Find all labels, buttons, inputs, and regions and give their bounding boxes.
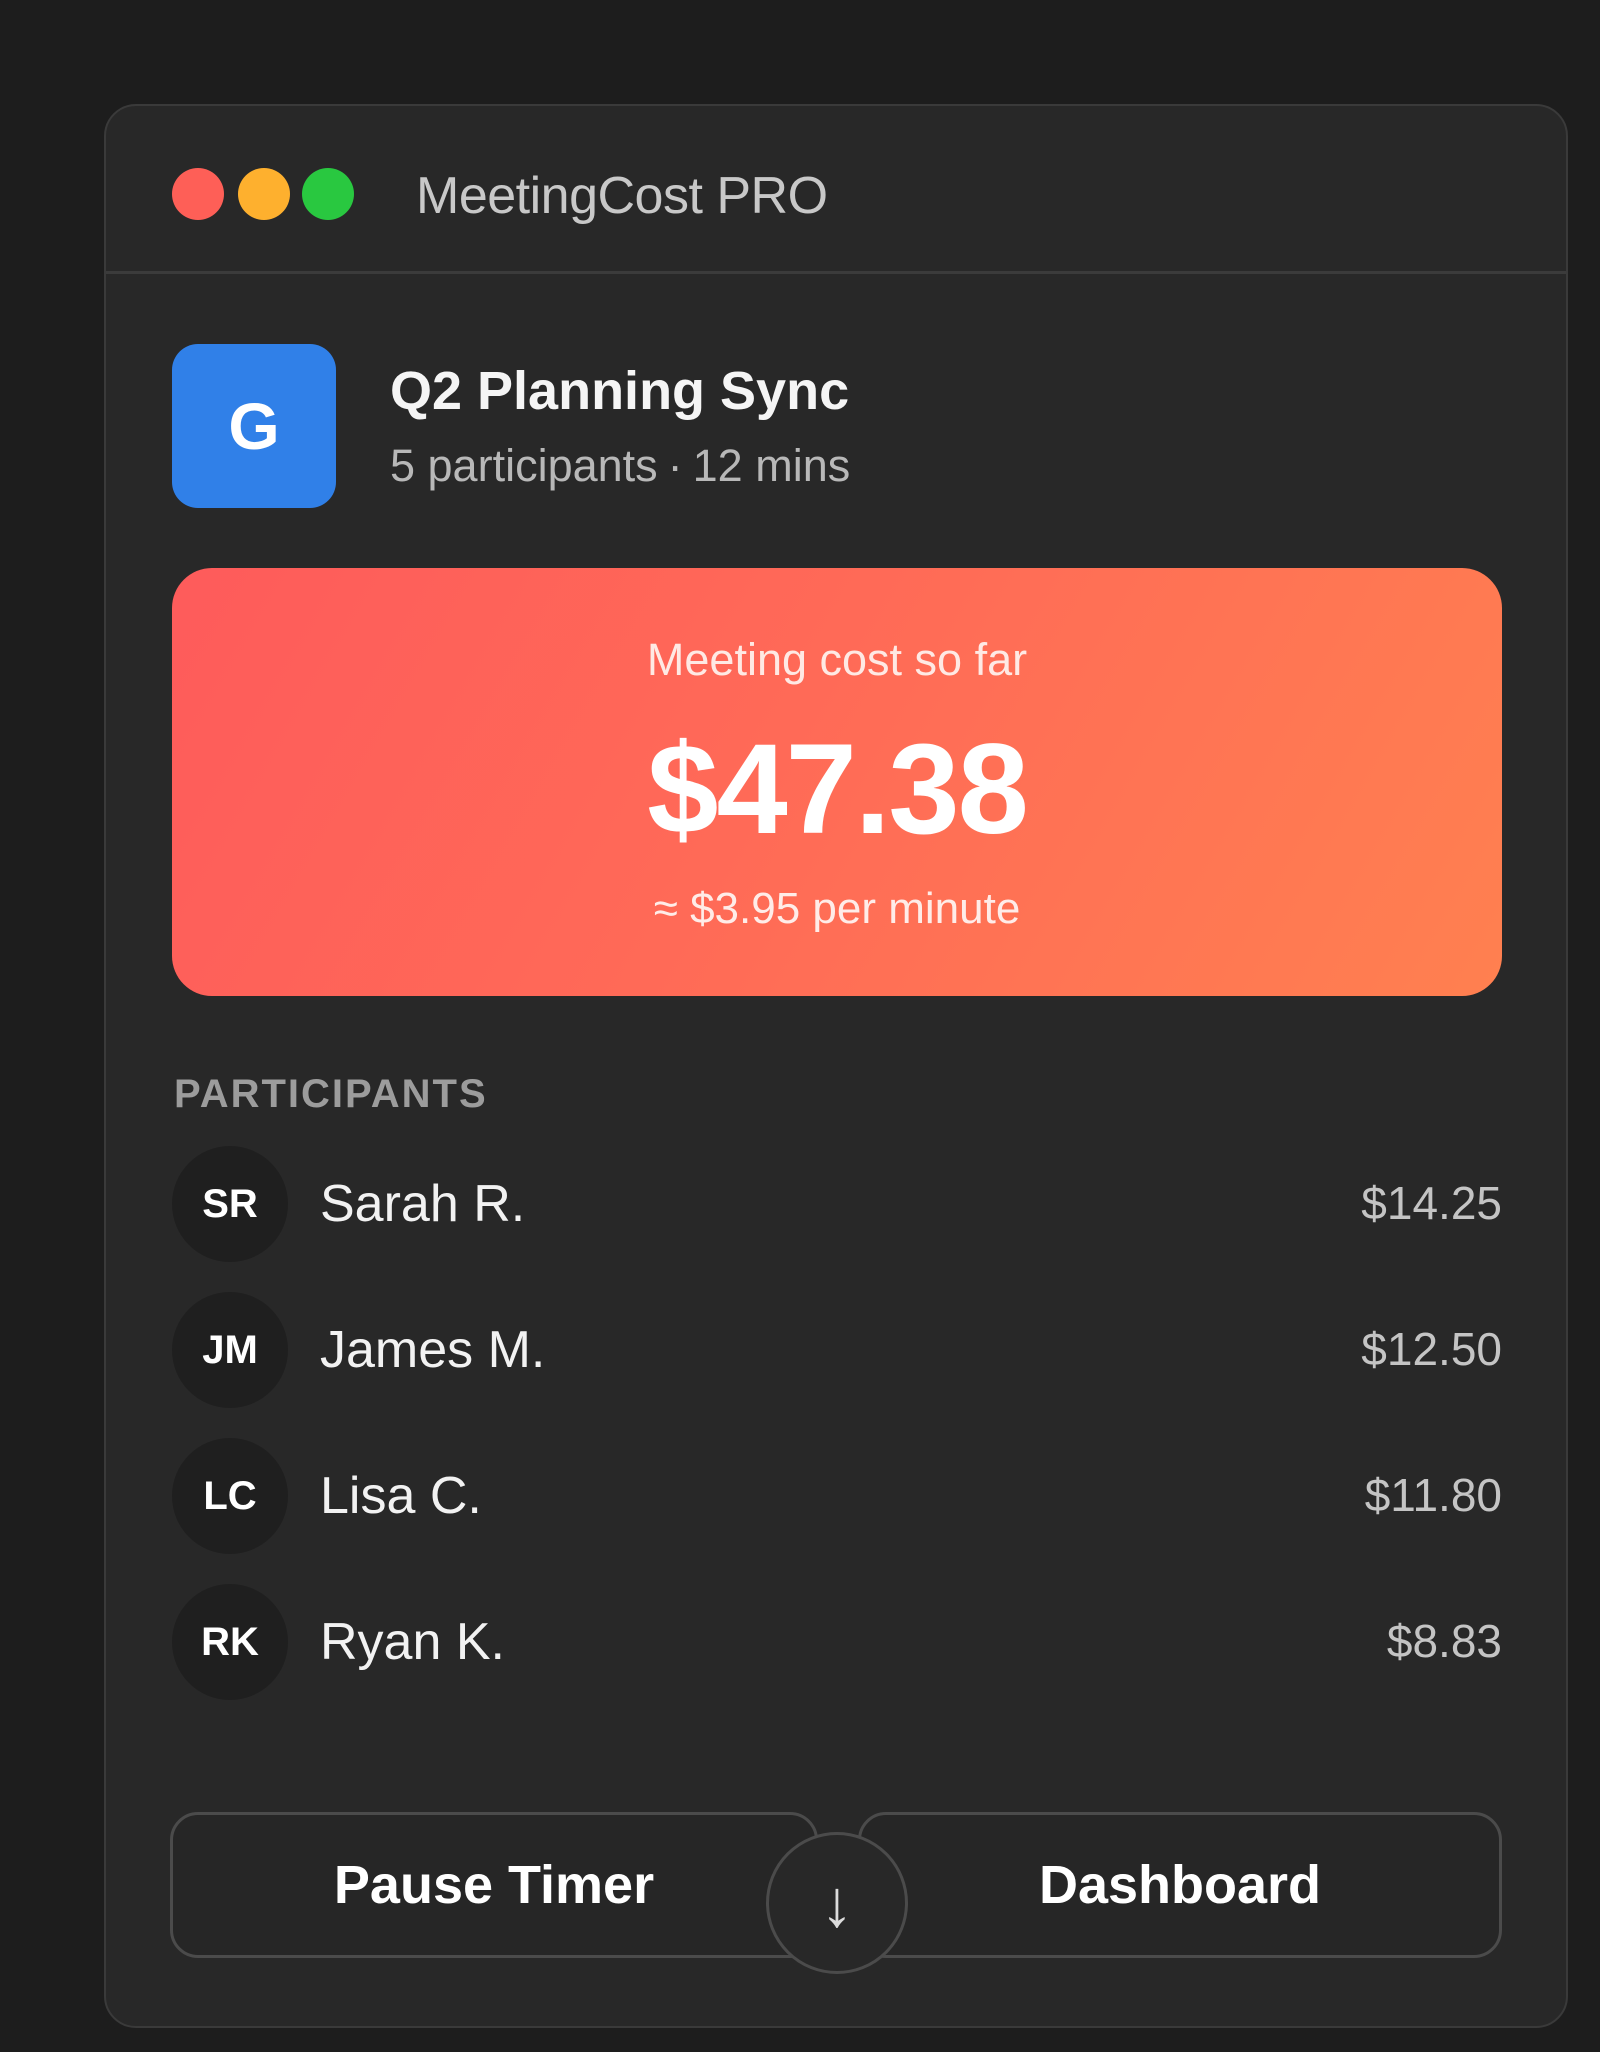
avatar: SR [172,1146,288,1262]
app-title: MeetingCost PRO [416,167,828,225]
google-meet-app-icon: G [172,344,336,508]
avatar: LC [172,1438,288,1554]
cost-value: $47.38 [647,718,1029,861]
zoom-traffic-light-icon[interactable] [302,168,354,220]
list-item[interactable]: RK Ryan K. $8.83 [172,1584,1502,1700]
participants-section-label: PARTICIPANTS [174,1072,488,1116]
participant-name: Ryan K. [320,1613,505,1671]
meeting-title: Q2 Planning Sync [390,361,850,421]
list-item[interactable]: JM James M. $12.50 [172,1292,1502,1408]
app-window: MeetingCost PRO G Q2 Planning Sync 5 par… [104,104,1568,2028]
meeting-meta: 5 participants · 12 mins [390,440,850,492]
close-traffic-light-icon[interactable] [172,168,224,220]
meta-separator: · [667,440,683,491]
participant-cost: $12.50 [1361,1323,1502,1375]
dashboard-button[interactable]: Dashboard [858,1812,1502,1958]
title-bar: MeetingCost PRO [106,106,1566,274]
participant-cost: $14.25 [1361,1177,1502,1229]
list-item[interactable]: SR Sarah R. $14.25 [172,1146,1502,1262]
meeting-duration: 12 mins [692,440,851,491]
list-item[interactable]: LC Lisa C. $11.80 [172,1438,1502,1554]
participant-name: Sarah R. [320,1175,526,1233]
participant-cost: $11.80 [1364,1469,1502,1521]
cost-per-minute: ≈ $3.95 per minute [653,884,1021,933]
participant-name: Lisa C. [320,1467,482,1525]
minimize-traffic-light-icon[interactable] [238,168,290,220]
cost-card: Meeting cost so far $47.38 ≈ $3.95 per m… [172,568,1502,996]
arrow-down-icon[interactable]: ↓ [766,1832,908,1974]
cost-label: Meeting cost so far [646,634,1028,685]
participant-cost: $8.83 [1386,1615,1502,1667]
avatar: JM [172,1292,288,1408]
participant-count: 5 participants [390,440,658,491]
participant-name: James M. [320,1321,546,1379]
pause-timer-button[interactable]: Pause Timer [170,1812,818,1958]
avatar: RK [172,1584,288,1700]
